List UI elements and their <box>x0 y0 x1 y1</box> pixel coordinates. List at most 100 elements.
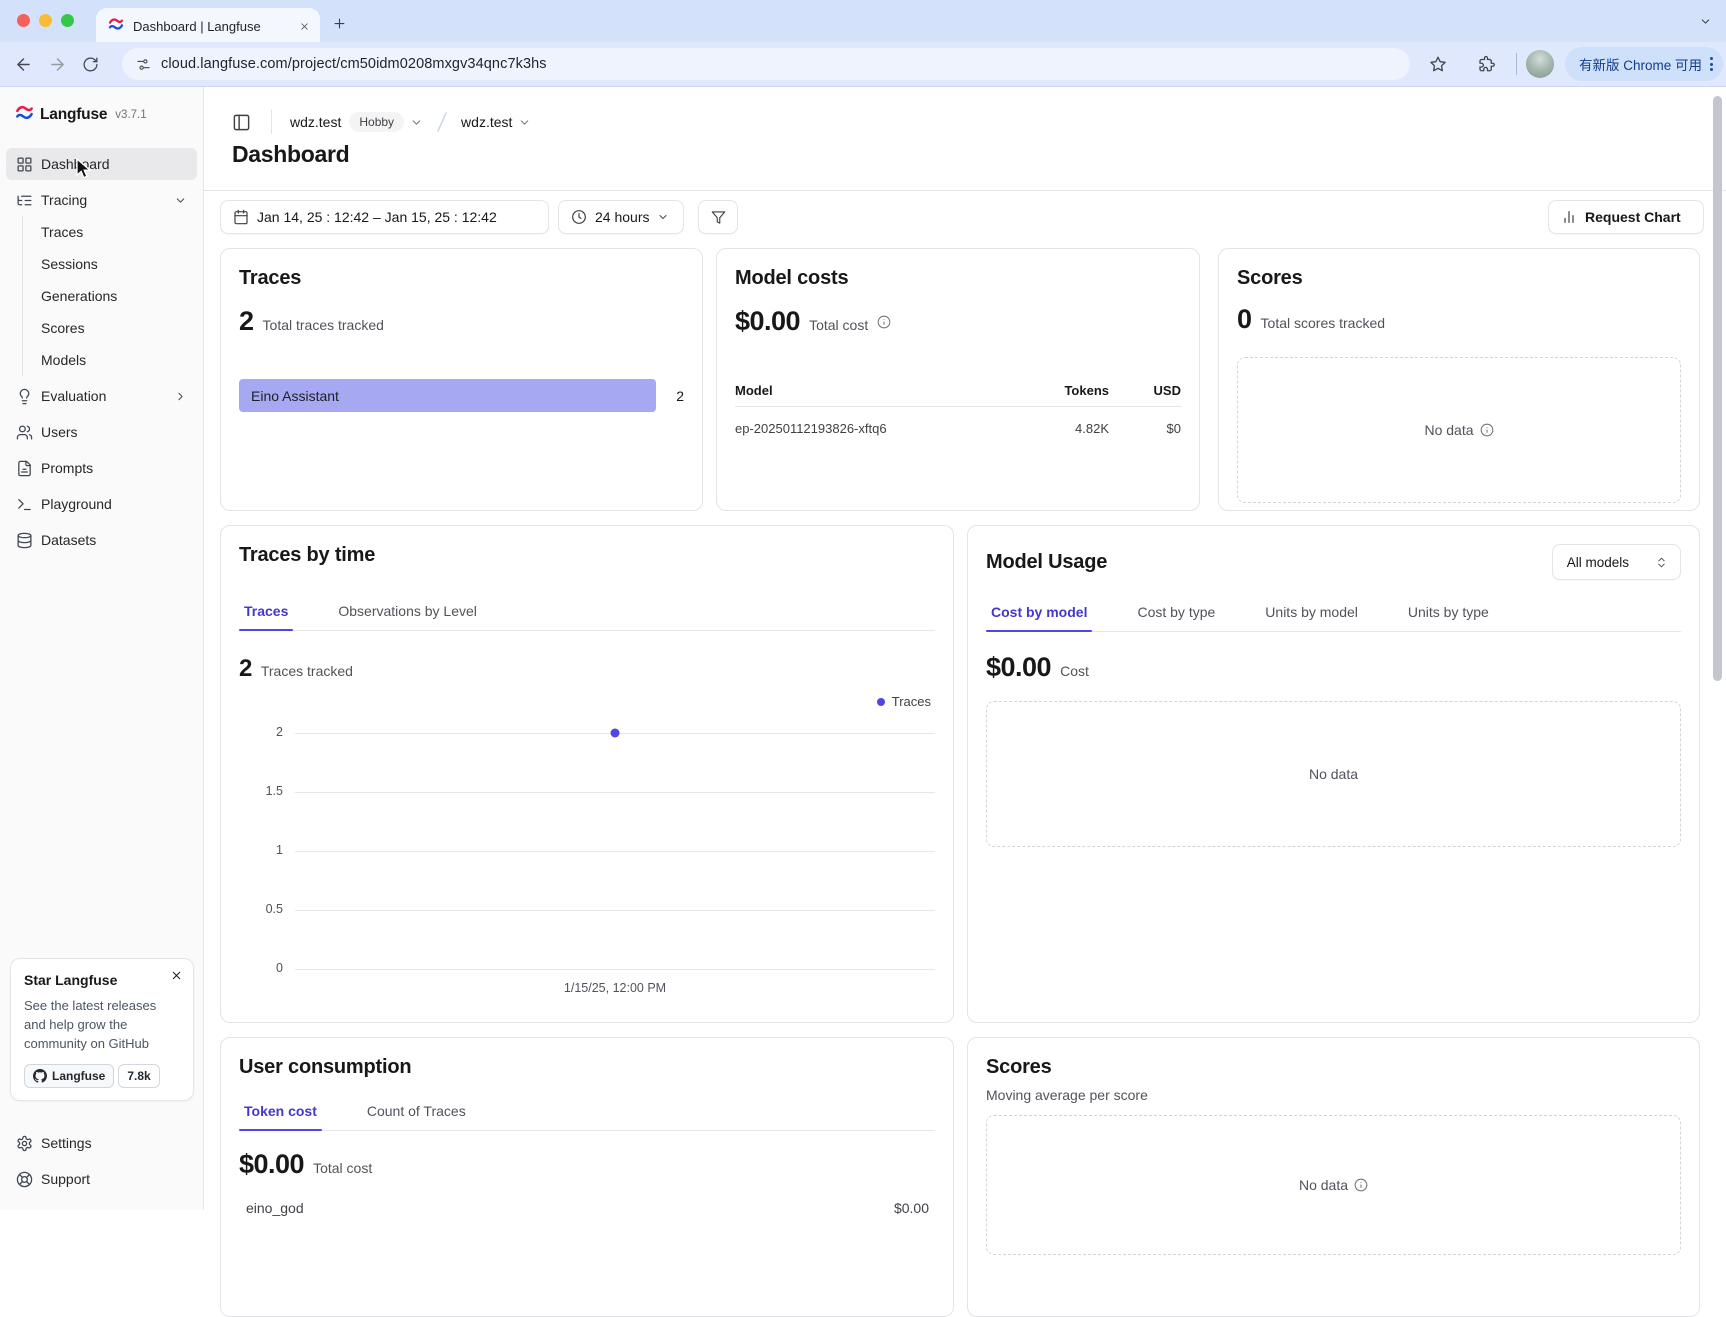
back-button[interactable] <box>14 55 33 74</box>
time-preset-button[interactable]: 24 hours <box>558 200 684 234</box>
scores-bottom-title: Scores <box>986 1056 1681 1079</box>
trace-bar-value: 2 <box>666 388 684 404</box>
close-icon[interactable] <box>170 969 183 982</box>
bookmark-star-icon[interactable] <box>1429 55 1447 73</box>
page-scrollbar[interactable] <box>1713 96 1722 681</box>
trace-name-bar[interactable]: Eino Assistant <box>239 379 656 412</box>
table-row[interactable]: ep-20250112193826-xftq6 4.82K $0 <box>735 407 1181 436</box>
brand-row: Langfuse v3.7.1 <box>0 87 203 127</box>
langfuse-logo-icon <box>15 103 34 127</box>
calendar-icon <box>233 209 249 225</box>
sidebar-item-support[interactable]: Support <box>6 1163 197 1195</box>
bar-chart-icon <box>1561 209 1577 225</box>
site-settings-icon[interactable] <box>136 57 151 72</box>
model-name[interactable]: ep-20250112193826-xftq6 <box>735 421 1019 436</box>
model-tokens: 4.82K <box>1019 421 1109 436</box>
org-name[interactable]: wdz.test <box>290 114 341 130</box>
model-select[interactable]: All models <box>1552 544 1681 580</box>
data-point[interactable] <box>611 729 620 738</box>
profile-avatar[interactable] <box>1526 50 1554 78</box>
sidebar-item-scores[interactable]: Scores <box>26 312 203 344</box>
scores-bottom-card: Scores Moving average per score No data <box>967 1037 1700 1317</box>
gridline-row: 1.5 <box>221 784 953 800</box>
sidebar-item-dashboard[interactable]: Dashboard <box>6 148 197 180</box>
list-tree-icon <box>16 192 33 209</box>
model-usage-total-label: Cost <box>1060 663 1089 679</box>
sidebar-item-sessions[interactable]: Sessions <box>26 248 203 280</box>
sidebar-item-playground[interactable]: Playground <box>6 488 197 520</box>
breadcrumb-slash <box>435 110 449 134</box>
project-name[interactable]: wdz.test <box>461 114 512 130</box>
sidebar-toggle-icon[interactable] <box>232 113 251 132</box>
date-range-label: Jan 14, 25 : 12:42 – Jan 15, 25 : 12:42 <box>257 209 497 225</box>
scores-empty-state: No data <box>1237 357 1681 503</box>
window-close-button[interactable] <box>17 14 30 27</box>
tab-close-icon[interactable] <box>299 21 310 32</box>
new-tab-button[interactable] <box>332 16 347 31</box>
traces-tracked-value: 2 <box>239 655 252 683</box>
tab-traces[interactable]: Traces <box>239 593 293 630</box>
tab-count-of-traces[interactable]: Count of Traces <box>362 1093 471 1130</box>
chevrons-up-down-icon <box>1655 556 1668 569</box>
date-range-button[interactable]: Jan 14, 25 : 12:42 – Jan 15, 25 : 12:42 <box>220 200 549 234</box>
scores-total-value: 0 <box>1237 304 1252 335</box>
sidebar-item-datasets[interactable]: Datasets <box>6 524 197 556</box>
browser-chrome: Dashboard | Langfuse cloud.langfuse.com/… <box>0 0 1726 87</box>
sidebar: Langfuse v3.7.1 Dashboard Tracing Traces… <box>0 87 204 1210</box>
github-star-button[interactable]: Langfuse <box>24 1064 114 1088</box>
tab-token-cost[interactable]: Token cost <box>239 1093 322 1130</box>
traces-total-value: 2 <box>239 306 254 337</box>
tracing-subgroup: Traces Sessions Generations Scores Model… <box>22 216 203 376</box>
browser-tab[interactable]: Dashboard | Langfuse <box>96 8 320 45</box>
user-cost: $0.00 <box>894 1200 929 1216</box>
request-chart-button[interactable]: Request Chart <box>1548 200 1704 234</box>
tab-units-by-type[interactable]: Units by type <box>1403 594 1494 631</box>
tab-strip: Dashboard | Langfuse <box>0 0 1726 42</box>
browser-menu-icon[interactable] <box>1710 57 1713 71</box>
tab-observations-by-level[interactable]: Observations by Level <box>333 593 482 630</box>
tab-units-by-model[interactable]: Units by model <box>1260 594 1363 631</box>
chrome-update-button[interactable]: 有新版 Chrome 可用 <box>1565 47 1723 81</box>
github-star-count[interactable]: 7.8k <box>118 1064 159 1088</box>
sidebar-item-models[interactable]: Models <box>26 344 203 376</box>
gridline-row: 0 <box>221 961 953 977</box>
tab-title: Dashboard | Langfuse <box>133 19 299 34</box>
user-row[interactable]: eino_god $0.00 <box>239 1200 935 1216</box>
info-icon[interactable] <box>1480 423 1494 437</box>
table-header: Model Tokens USD <box>735 383 1181 407</box>
user-consumption-total-label: Total cost <box>313 1160 372 1176</box>
user-name: eino_god <box>246 1200 304 1216</box>
model-costs-table: Model Tokens USD ep-20250112193826-xftq6… <box>735 383 1181 436</box>
filter-button[interactable] <box>698 200 738 234</box>
address-bar[interactable]: cloud.langfuse.com/project/cm50idm0208mx… <box>122 48 1410 80</box>
forward-button[interactable] <box>48 55 67 74</box>
window-zoom-button[interactable] <box>61 14 74 27</box>
langfuse-favicon <box>108 16 124 37</box>
sidebar-item-users[interactable]: Users <box>6 416 197 448</box>
sidebar-item-generations[interactable]: Generations <box>26 280 203 312</box>
info-icon[interactable] <box>877 315 891 329</box>
model-costs-card: Model costs $0.00 Total cost Model Token… <box>716 248 1200 511</box>
project-chevron-icon[interactable] <box>518 116 531 129</box>
user-consumption-tabs: Token cost Count of Traces <box>239 1093 935 1131</box>
info-icon[interactable] <box>1354 1178 1368 1192</box>
sidebar-item-prompts[interactable]: Prompts <box>6 452 197 484</box>
scores-bottom-empty-state: No data <box>986 1115 1681 1255</box>
org-chevron-icon[interactable] <box>410 116 423 129</box>
sidebar-item-evaluation[interactable]: Evaluation <box>6 380 197 412</box>
legend-label: Traces <box>892 694 931 709</box>
sidebar-item-tracing[interactable]: Tracing <box>6 184 197 216</box>
sidebar-item-settings[interactable]: Settings <box>6 1127 197 1159</box>
model-costs-total-label: Total cost <box>809 317 868 333</box>
clock-icon <box>571 209 587 225</box>
model-costs-title: Model costs <box>735 267 1181 290</box>
tab-cost-by-type[interactable]: Cost by type <box>1132 594 1220 631</box>
extensions-icon[interactable] <box>1477 55 1495 73</box>
model-usage-title: Model Usage <box>986 551 1107 574</box>
window-minimize-button[interactable] <box>39 14 52 27</box>
tab-overflow-chevron-icon[interactable] <box>1699 15 1712 28</box>
user-consumption-total-value: $0.00 <box>239 1149 304 1180</box>
tab-cost-by-model[interactable]: Cost by model <box>986 594 1092 631</box>
sidebar-item-traces[interactable]: Traces <box>26 216 203 248</box>
reload-button[interactable] <box>82 56 99 73</box>
